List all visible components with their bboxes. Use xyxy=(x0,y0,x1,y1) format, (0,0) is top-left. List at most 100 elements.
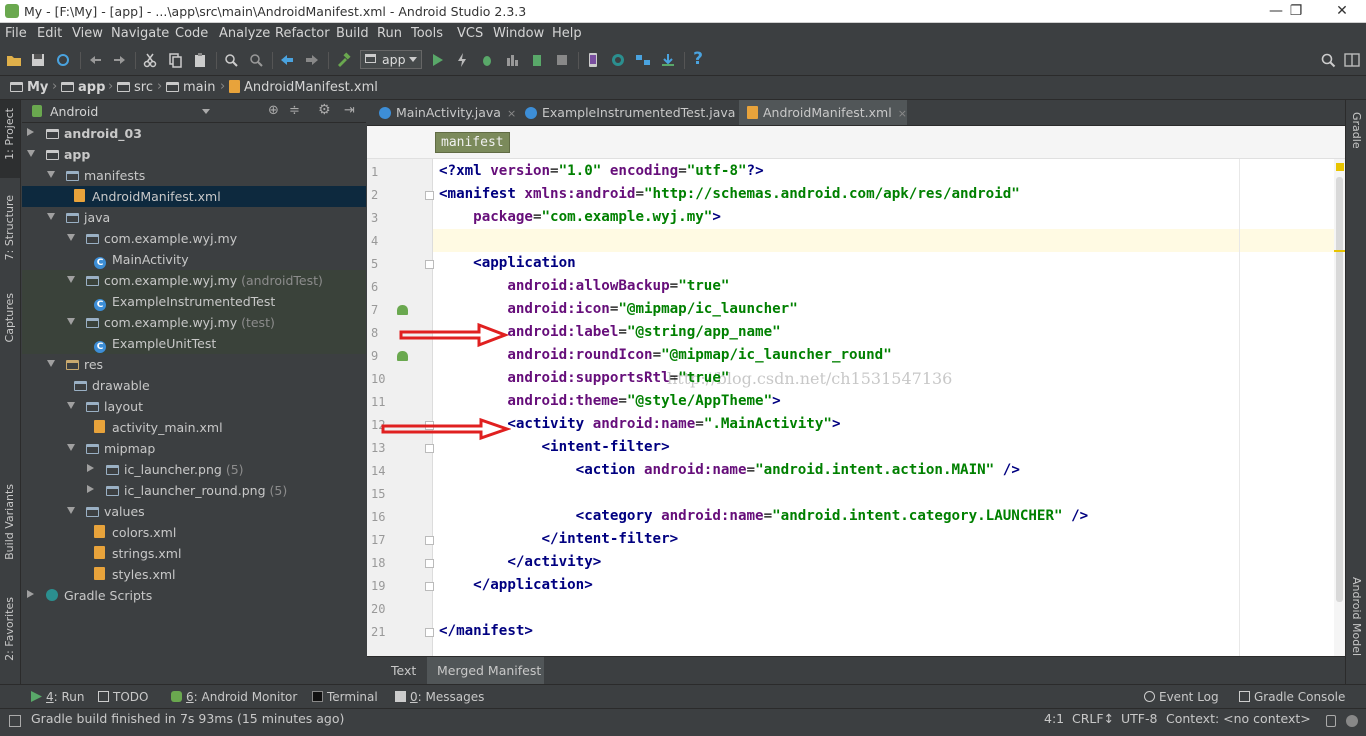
forward-icon[interactable] xyxy=(304,52,320,68)
paste-icon[interactable] xyxy=(192,52,208,68)
collapse-arrow-icon[interactable] xyxy=(87,464,94,472)
close-button[interactable]: ✕ xyxy=(1322,1,1362,21)
sdk-manager-icon[interactable] xyxy=(660,52,676,68)
chevron-down-icon[interactable] xyxy=(202,109,210,114)
context-indicator[interactable]: Context: <no context> xyxy=(1166,711,1311,726)
menu-vcs[interactable]: VCS xyxy=(457,26,483,41)
sync-icon[interactable] xyxy=(55,52,71,68)
debug-icon[interactable] xyxy=(479,52,495,68)
hector-icon[interactable] xyxy=(1346,715,1358,727)
breadcrumb-item[interactable]: AndroidManifest.xml xyxy=(229,80,378,95)
help-icon[interactable]: ? xyxy=(690,49,706,69)
tree-item[interactable]: colors.xml xyxy=(22,522,366,543)
tree-item[interactable]: ic_launcher_round.png (5) xyxy=(22,480,366,501)
android-resource-icon[interactable] xyxy=(397,305,408,315)
gradle-console-tool-button[interactable]: Gradle Console xyxy=(1239,690,1345,704)
expand-arrow-icon[interactable] xyxy=(67,276,75,283)
scroll-from-source-icon[interactable]: ⊕ xyxy=(268,103,279,118)
tree-item[interactable]: layout xyxy=(22,396,366,417)
split-layout-icon[interactable] xyxy=(1344,52,1360,68)
tree-item[interactable]: C MainActivity xyxy=(22,249,366,270)
messages-tool-button[interactable]: 0: Messages xyxy=(395,690,484,704)
tree-item[interactable]: com.example.wyj.my xyxy=(22,228,366,249)
tree-item[interactable]: com.example.wyj.my (test) xyxy=(22,312,366,333)
make-project-icon[interactable] xyxy=(335,52,351,68)
breadcrumb-item[interactable]: My xyxy=(10,80,48,95)
scrollbar-thumb[interactable] xyxy=(1336,177,1343,602)
breadcrumb-item[interactable]: main xyxy=(166,80,215,95)
manifest-crumb[interactable]: manifest xyxy=(435,132,510,153)
menu-help[interactable]: Help xyxy=(552,26,582,41)
undo-icon[interactable] xyxy=(87,52,103,68)
copy-icon[interactable] xyxy=(167,52,183,68)
tree-item[interactable]: app xyxy=(22,144,366,165)
android-model-tool-tab[interactable]: Android Model xyxy=(1350,577,1363,656)
expand-arrow-icon[interactable] xyxy=(67,507,75,514)
captures-tool-tab[interactable]: Captures xyxy=(3,293,16,342)
tree-item[interactable]: ic_launcher.png (5) xyxy=(22,459,366,480)
sync-gradle-icon[interactable] xyxy=(610,52,626,68)
replace-icon[interactable] xyxy=(248,52,264,68)
code-editor[interactable]: manifest 1 2 3 4 5 6 7 8 9 10 11 12 13 14 15 16 17 18 19 20… xyxy=(367,126,1345,656)
fold-marker-icon[interactable] xyxy=(425,260,434,269)
editor-tab[interactable]: MainActivity.java × xyxy=(371,100,516,125)
warning-marker[interactable] xyxy=(1334,250,1345,252)
redo-icon[interactable] xyxy=(112,52,128,68)
cut-icon[interactable] xyxy=(142,52,158,68)
menu-analyze[interactable]: Analyze xyxy=(219,26,270,41)
fold-marker-icon[interactable] xyxy=(425,191,434,200)
expand-arrow-icon[interactable] xyxy=(67,234,75,241)
expand-arrow-icon[interactable] xyxy=(67,318,75,325)
collapse-all-icon[interactable]: ≑ xyxy=(289,103,300,118)
collapse-arrow-icon[interactable] xyxy=(27,128,34,136)
menu-tools[interactable]: Tools xyxy=(411,26,443,41)
attach-debugger-icon[interactable] xyxy=(529,52,545,68)
menu-edit[interactable]: Edit xyxy=(37,26,62,41)
gradle-tool-tab[interactable]: Gradle xyxy=(1350,112,1363,149)
fold-marker-icon[interactable] xyxy=(425,559,434,568)
android-monitor-tool-button[interactable]: 6: Android Monitor xyxy=(171,690,297,704)
tree-item[interactable]: com.example.wyj.my (androidTest) xyxy=(22,270,366,291)
breadcrumb-item[interactable]: app xyxy=(61,80,105,95)
tree-item[interactable]: C ExampleUnitTest xyxy=(22,333,366,354)
line-separator[interactable]: CRLF↕ xyxy=(1072,711,1114,726)
fold-marker-icon[interactable] xyxy=(425,444,434,453)
fold-marker-icon[interactable] xyxy=(425,628,434,637)
project-structure-icon[interactable] xyxy=(635,52,651,68)
expand-arrow-icon[interactable] xyxy=(67,402,75,409)
tree-item[interactable]: drawable xyxy=(22,375,366,396)
menu-refactor[interactable]: Refactor xyxy=(275,26,330,41)
fold-marker-icon[interactable] xyxy=(425,536,434,545)
favorites-tool-tab[interactable]: 2: Favorites xyxy=(3,597,16,661)
run-icon[interactable] xyxy=(429,52,445,68)
stop-icon[interactable] xyxy=(554,52,570,68)
avd-manager-icon[interactable] xyxy=(585,52,601,68)
save-all-icon[interactable] xyxy=(30,52,46,68)
collapse-arrow-icon[interactable] xyxy=(87,485,94,493)
editor-tab[interactable]: AndroidManifest.xml × xyxy=(739,100,907,125)
menu-navigate[interactable]: Navigate xyxy=(111,26,169,41)
restore-button[interactable]: ❐ xyxy=(1276,1,1316,21)
search-everywhere-icon[interactable] xyxy=(1320,52,1336,68)
tree-item[interactable]: activity_main.xml xyxy=(22,417,366,438)
expand-arrow-icon[interactable] xyxy=(47,171,55,178)
expand-arrow-icon[interactable] xyxy=(47,213,55,220)
expand-arrow-icon[interactable] xyxy=(27,150,35,157)
menu-build[interactable]: Build xyxy=(336,26,369,41)
tree-item[interactable]: AndroidManifest.xml xyxy=(22,186,366,207)
tree-item[interactable]: mipmap xyxy=(22,438,366,459)
event-log-tool-button[interactable]: Event Log xyxy=(1144,690,1219,704)
build-variants-tool-tab[interactable]: Build Variants xyxy=(3,484,16,560)
close-tab-icon[interactable]: × xyxy=(898,107,907,120)
breadcrumb-item[interactable]: src xyxy=(117,80,153,95)
expand-arrow-icon[interactable] xyxy=(47,360,55,367)
caret-position[interactable]: 4:1 xyxy=(1044,711,1064,726)
android-resource-icon[interactable] xyxy=(397,351,408,361)
fold-marker-icon[interactable] xyxy=(425,582,434,591)
run-config-select[interactable]: app xyxy=(360,50,422,69)
run-tool-button[interactable]: 4: Run xyxy=(31,690,85,704)
toggle-tool-windows-icon[interactable] xyxy=(9,715,21,727)
lock-icon[interactable] xyxy=(1326,715,1336,727)
vertical-scrollbar[interactable] xyxy=(1334,159,1345,656)
tree-item[interactable]: java xyxy=(22,207,366,228)
